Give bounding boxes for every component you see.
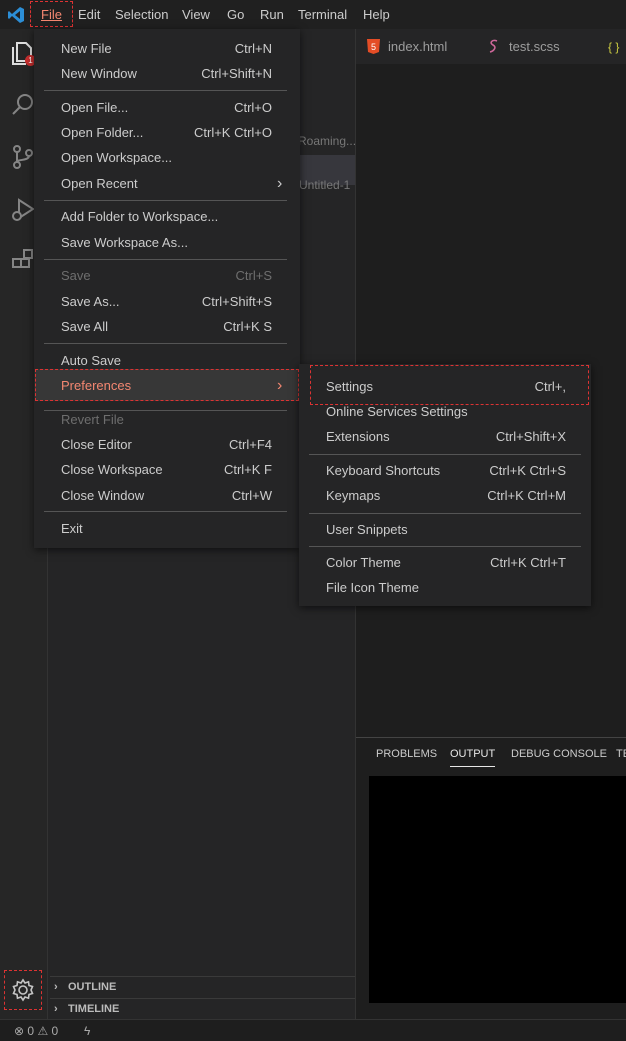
- scss-file-icon: [489, 39, 498, 53]
- chevron-right-icon: ›: [54, 981, 58, 993]
- menu-help[interactable]: Help: [363, 6, 390, 24]
- menu-item-open-folder[interactable]: Open Folder...: [61, 124, 143, 142]
- status-bar: ⊗ 0 ⚠ 0 ϟ: [0, 1019, 626, 1041]
- shortcut-open-folder: Ctrl+K Ctrl+O: [193, 125, 272, 140]
- menu-selection[interactable]: Selection: [115, 6, 168, 24]
- chevron-right-icon: ›: [54, 1003, 58, 1015]
- menu-separator: [309, 454, 581, 455]
- menu-item-revert-file[interactable]: Revert File: [61, 411, 124, 429]
- error-count: 0: [27, 1024, 35, 1038]
- problems-status[interactable]: ⊗ 0 ⚠ 0: [14, 1023, 58, 1039]
- menu-item-new-file[interactable]: New File: [61, 40, 112, 58]
- run-debug-icon[interactable]: [9, 195, 37, 223]
- menu-item-auto-save[interactable]: Auto Save: [61, 352, 121, 370]
- menu-item-save[interactable]: Save: [61, 267, 91, 285]
- shortcut-close-window: Ctrl+W: [231, 488, 272, 503]
- menu-item-close-editor[interactable]: Close Editor: [61, 436, 132, 454]
- menu-item-close-window[interactable]: Close Window: [61, 487, 144, 505]
- menu-item-online-services-settings[interactable]: Online Services Settings: [326, 403, 468, 421]
- menu-item-file-icon-theme[interactable]: File Icon Theme: [326, 579, 419, 597]
- extensions-icon[interactable]: [9, 247, 37, 275]
- tab-debug-console[interactable]: DEBUG CONSOLE: [511, 746, 607, 762]
- menu-item-open-workspace[interactable]: Open Workspace...: [61, 149, 172, 167]
- chevron-right-icon: ›: [277, 175, 283, 192]
- menu-separator: [44, 343, 287, 344]
- warning-count: 0: [51, 1024, 59, 1038]
- menu-item-preferences[interactable]: Preferences: [61, 377, 131, 395]
- menu-item-exit[interactable]: Exit: [61, 520, 83, 538]
- menu-separator: [309, 546, 581, 547]
- html-file-icon: 5: [367, 39, 380, 54]
- shortcut-extensions: Ctrl+Shift+X: [495, 429, 566, 444]
- shortcut-close-workspace: Ctrl+K F: [223, 462, 272, 477]
- json-file-icon[interactable]: { }: [608, 38, 619, 56]
- search-icon[interactable]: [9, 91, 37, 119]
- menu-item-keyboard-shortcuts[interactable]: Keyboard Shortcuts: [326, 462, 440, 480]
- menu-item-extensions[interactable]: Extensions: [326, 428, 390, 446]
- source-control-icon[interactable]: [9, 143, 37, 171]
- tab-problems[interactable]: PROBLEMS: [376, 746, 437, 762]
- svg-text:5: 5: [371, 42, 376, 52]
- chevron-right-icon: ›: [277, 377, 283, 394]
- menubar: File Edit Selection View Go Run Terminal…: [0, 0, 626, 29]
- tab-index-html[interactable]: index.html: [388, 38, 447, 56]
- menu-item-save-as[interactable]: Save As...: [61, 293, 120, 311]
- menu-go[interactable]: Go: [227, 6, 244, 24]
- manage-gear-button[interactable]: [4, 970, 42, 1010]
- menu-item-close-workspace[interactable]: Close Workspace: [61, 461, 163, 479]
- shortcut-color-theme: Ctrl+K Ctrl+T: [490, 555, 566, 570]
- menu-separator: [309, 513, 581, 514]
- shortcut-save-as: Ctrl+Shift+S: [201, 294, 272, 309]
- output-view[interactable]: [369, 776, 626, 1003]
- shortcut-new-file: Ctrl+N: [234, 41, 272, 56]
- menu-item-settings[interactable]: Settings: [326, 378, 373, 396]
- menu-item-keymaps[interactable]: Keymaps: [326, 487, 380, 505]
- menu-run[interactable]: Run: [260, 6, 284, 24]
- menu-item-user-snippets[interactable]: User Snippets: [326, 521, 408, 539]
- menu-view[interactable]: View: [182, 6, 210, 24]
- shortcut-keymaps: Ctrl+K Ctrl+M: [487, 488, 566, 503]
- shortcut-save: Ctrl+S: [235, 268, 272, 283]
- shortcut-new-window: Ctrl+Shift+N: [201, 66, 272, 81]
- shortcut-open-file: Ctrl+O: [234, 100, 272, 115]
- tab-terminal[interactable]: TE: [616, 746, 626, 762]
- gear-icon: [12, 978, 34, 1002]
- shortcut-keyboard-shortcuts: Ctrl+K Ctrl+S: [489, 463, 566, 478]
- lightning-icon[interactable]: ϟ: [84, 1023, 90, 1039]
- timeline-section-header[interactable]: › TIMELINE: [50, 998, 355, 1019]
- menu-item-color-theme[interactable]: Color Theme: [326, 554, 401, 572]
- warning-icon: ⚠: [37, 1024, 49, 1038]
- shortcut-save-all: Ctrl+K S: [223, 319, 272, 334]
- outline-section-header[interactable]: › OUTLINE: [50, 976, 355, 997]
- vscode-logo-icon: [8, 7, 24, 23]
- menu-item-open-recent[interactable]: Open Recent: [61, 175, 138, 193]
- error-icon: ⊗: [14, 1024, 25, 1038]
- menu-item-add-folder-to-workspace[interactable]: Add Folder to Workspace...: [61, 208, 218, 226]
- menu-item-new-window[interactable]: New Window: [61, 65, 137, 83]
- menu-separator: [44, 511, 287, 512]
- shortcut-close-editor: Ctrl+F4: [229, 437, 272, 452]
- outline-label: OUTLINE: [68, 981, 117, 993]
- menu-item-save-workspace-as[interactable]: Save Workspace As...: [61, 234, 188, 252]
- menu-separator: [44, 259, 287, 260]
- menu-edit[interactable]: Edit: [78, 6, 100, 24]
- menu-item-open-file[interactable]: Open File...: [61, 99, 128, 117]
- menu-separator: [44, 90, 287, 91]
- sidebar-path-text: Roaming...: [298, 134, 357, 148]
- timeline-label: TIMELINE: [68, 1003, 120, 1015]
- tab-test-scss[interactable]: test.scss: [509, 38, 560, 56]
- sidebar-untitled-text: Untitled-1: [299, 178, 351, 192]
- tab-output[interactable]: OUTPUT: [450, 746, 496, 767]
- shortcut-settings: Ctrl+,: [534, 379, 566, 394]
- menu-item-save-all[interactable]: Save All: [61, 318, 108, 336]
- menu-separator: [44, 200, 287, 201]
- menu-file[interactable]: File: [30, 1, 73, 27]
- menu-terminal[interactable]: Terminal: [298, 6, 347, 24]
